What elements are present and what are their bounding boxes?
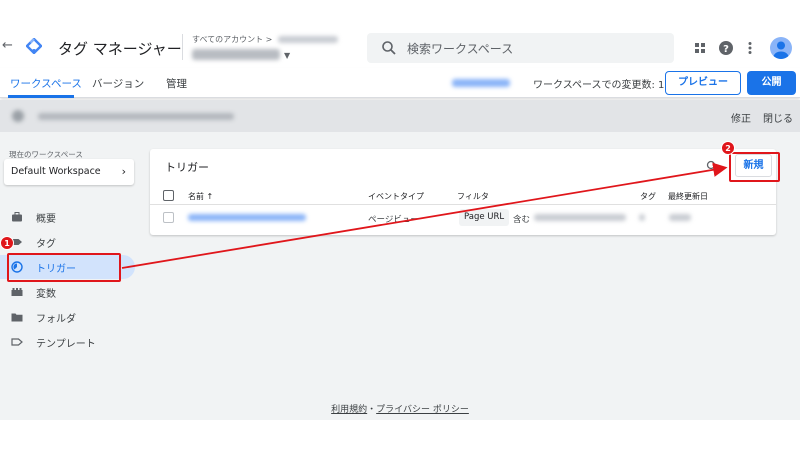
redacted-trigger-name[interactable] — [188, 214, 306, 221]
table-row[interactable]: ページビュー Page URL 含む — [150, 206, 776, 230]
close-notice-link[interactable]: 閉じる — [763, 110, 793, 125]
filter-variable-chip: Page URL — [459, 209, 510, 226]
svg-text:?: ? — [723, 44, 729, 55]
sidebar-item-templates[interactable]: テンプレート — [0, 330, 135, 354]
column-tag[interactable]: タグ — [640, 191, 656, 202]
active-tab-indicator — [8, 95, 74, 98]
briefcase-icon — [12, 212, 22, 222]
filter-operator: 含む — [513, 215, 531, 225]
avatar[interactable] — [770, 37, 792, 59]
event-type-cell: ページビュー — [368, 215, 419, 225]
sidebar-item-tags[interactable]: タグ — [0, 230, 135, 254]
column-event-type[interactable]: イベントタイプ — [368, 191, 424, 202]
divider — [182, 34, 183, 60]
redacted-tag-count — [639, 214, 645, 221]
column-name[interactable]: 名前 ↑ — [188, 191, 213, 202]
annotation-number-2: 2 — [721, 141, 735, 155]
redacted-last-edited — [669, 214, 691, 221]
terms-link[interactable]: 利用規約 — [331, 405, 367, 415]
caret-down-icon: ▼ — [284, 51, 291, 60]
redacted-container-name — [278, 36, 339, 43]
triggers-card: トリガー 新規 名前 ↑ イベントタイプ フィルタ タグ 最終更新日 ページビュ… — [150, 149, 776, 235]
workspace-changes: ワークスペースでの変更数: 1 — [533, 80, 665, 91]
container-selector[interactable]: ▼ — [192, 47, 290, 62]
tab-admin[interactable]: 管理 — [166, 76, 187, 91]
redacted-filter-value — [534, 214, 626, 221]
annotation-number-1: 1 — [0, 236, 14, 250]
tab-workspace[interactable]: ワークスペース — [10, 76, 82, 91]
sidebar-item-folders[interactable]: フォルダ — [0, 305, 135, 329]
template-icon — [11, 338, 23, 346]
redacted-notice-text — [38, 113, 234, 120]
workspace-name: Default Workspace — [11, 166, 101, 177]
fix-link[interactable]: 修正 — [731, 110, 751, 125]
workspace-tabs-bar: ワークスペース バージョン 管理 ワークスペースでの変更数: 1 プレビュー 公… — [0, 68, 800, 98]
account-avatar-icon — [773, 41, 789, 59]
search-input[interactable]: 検索ワークスペース — [367, 33, 674, 63]
annotation-box-triggers — [7, 253, 121, 282]
sidebar-item-label: 変数 — [36, 289, 56, 300]
sidebar-item-label: テンプレート — [36, 339, 96, 350]
bottom-blank — [0, 420, 800, 450]
variables-icon — [11, 288, 23, 296]
workspace-selector[interactable]: Default Workspace › — [4, 159, 134, 185]
top-bar: ← タグ マネージャー すべてのアカウント > ▼ 検索ワークスペース ? — [0, 0, 800, 68]
help-icon[interactable]: ? — [718, 40, 734, 56]
table-header: 名前 ↑ イベントタイプ フィルタ タグ 最終更新日 — [150, 187, 776, 205]
apps-grid-icon[interactable] — [692, 40, 708, 56]
sidebar-item-label: 概要 — [36, 214, 56, 225]
redacted-account-name — [192, 49, 280, 60]
account-breadcrumb[interactable]: すべてのアカウント > — [192, 34, 339, 45]
notice-bar: 修正 閉じる — [0, 100, 800, 132]
column-filter[interactable]: フィルタ — [457, 191, 489, 202]
sidebar-item-label: フォルダ — [36, 314, 76, 325]
publish-button[interactable]: 公開 — [747, 71, 796, 95]
preview-button[interactable]: プレビュー — [665, 71, 741, 95]
more-vert-icon[interactable] — [742, 40, 758, 56]
notice-info-icon — [12, 110, 24, 122]
footer-separator: ・ — [367, 405, 377, 415]
sidebar-item-overview[interactable]: 概要 — [0, 205, 135, 229]
account-label: すべてのアカウント — [192, 35, 264, 44]
row-checkbox[interactable] — [163, 212, 174, 223]
search-icon[interactable] — [706, 160, 718, 172]
sidebar-item-variables[interactable]: 変数 — [0, 280, 135, 304]
search-icon — [382, 41, 396, 55]
tag-manager-logo-icon — [26, 38, 42, 54]
select-all-checkbox[interactable] — [163, 190, 174, 201]
privacy-link[interactable]: プライバシー ポリシー — [376, 405, 469, 415]
tab-versions[interactable]: バージョン — [92, 76, 144, 91]
triggers-title: トリガー — [165, 161, 209, 174]
back-arrow-icon[interactable]: ← — [2, 38, 13, 53]
product-name: タグ マネージャー — [58, 40, 182, 58]
column-last-edited[interactable]: 最終更新日 — [668, 191, 708, 202]
chevron-right-icon: › — [121, 165, 126, 178]
redacted-container-id — [452, 79, 510, 87]
annotation-box-new — [729, 152, 780, 182]
sidebar-item-label: タグ — [36, 239, 56, 250]
breadcrumb-separator: > — [265, 35, 273, 44]
search-placeholder: 検索ワークスペース — [407, 42, 514, 56]
footer: 利用規約・プライバシー ポリシー — [0, 402, 800, 415]
folder-icon — [11, 313, 23, 322]
